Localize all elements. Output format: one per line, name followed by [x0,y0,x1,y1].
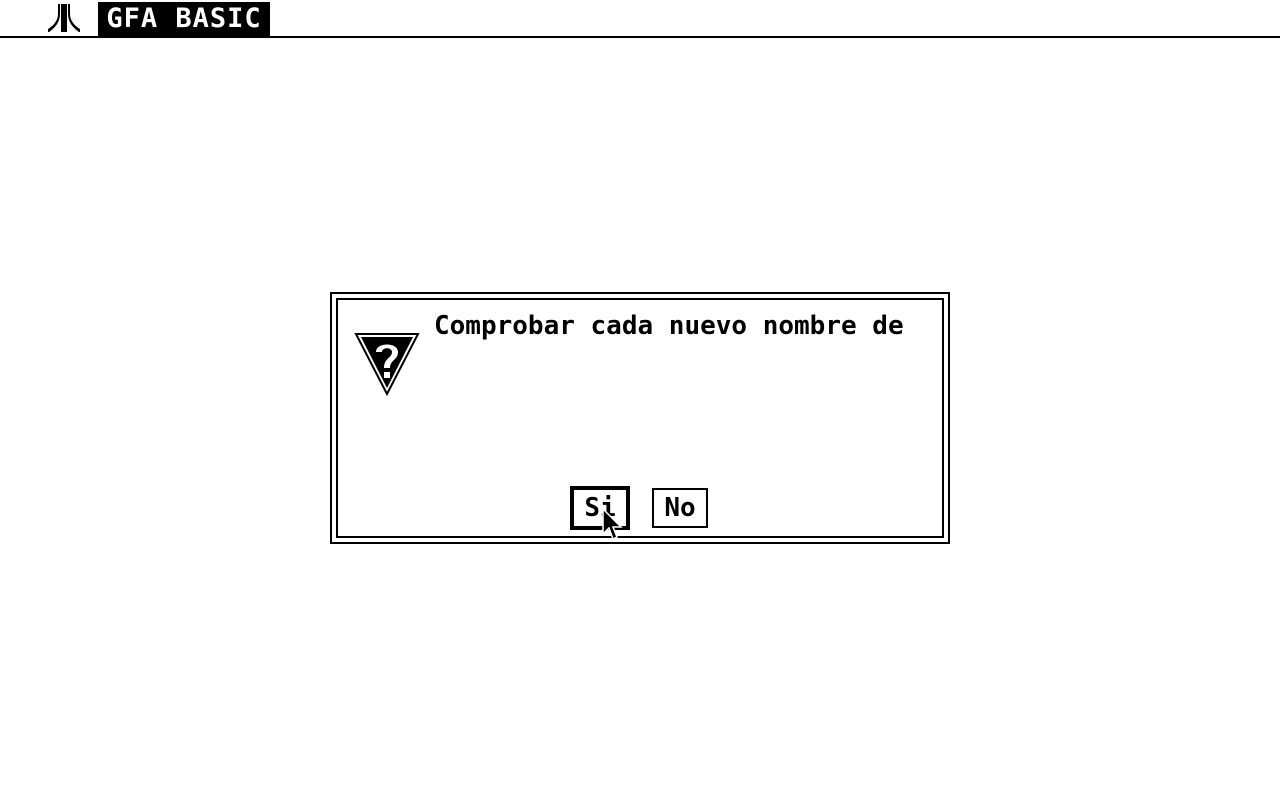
alert-dialog: Comprobar cada nuevo nombre de Si No [330,292,950,544]
menu-bar: GFA BASIC [0,0,1280,38]
alert-dialog-inner-frame: Comprobar cada nuevo nombre de Si No [336,298,944,538]
no-button[interactable]: No [652,488,708,528]
menu-title-gfa-basic[interactable]: GFA BASIC [98,2,270,36]
question-mark-icon [354,333,420,396]
atari-fuji-icon[interactable] [48,4,80,32]
alert-message: Comprobar cada nuevo nombre de [434,311,904,341]
si-button[interactable]: Si [570,486,630,530]
